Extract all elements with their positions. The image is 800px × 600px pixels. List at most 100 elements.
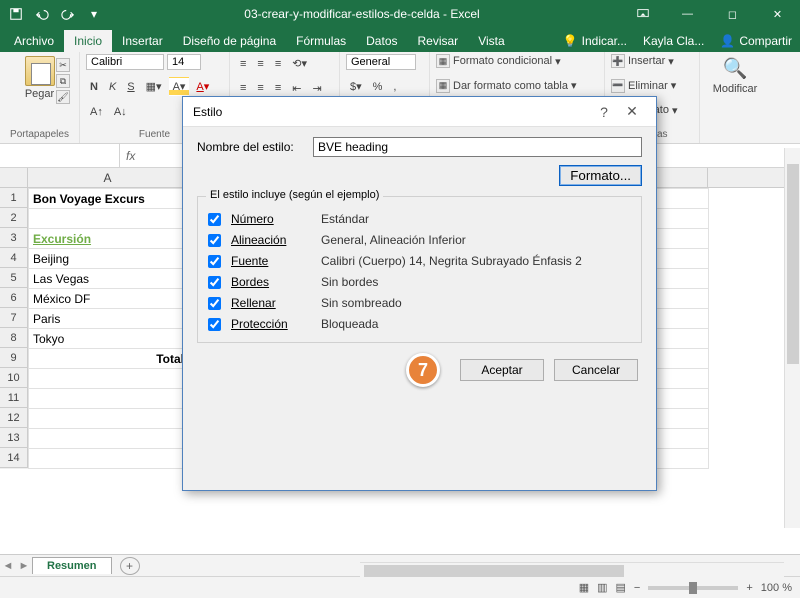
percent-format-icon[interactable]: %: [369, 78, 387, 96]
ribbon-options-icon[interactable]: [620, 0, 665, 28]
decrease-font-icon[interactable]: A↓: [110, 103, 131, 121]
row-header[interactable]: 14: [0, 448, 28, 468]
font-name-select[interactable]: [86, 54, 164, 70]
view-page-layout-icon[interactable]: ▥: [597, 581, 607, 594]
cell[interactable]: [29, 449, 189, 469]
cell[interactable]: Excursión: [29, 229, 189, 249]
row-header[interactable]: 5: [0, 268, 28, 288]
underline-button[interactable]: S: [123, 78, 138, 96]
tab-inicio[interactable]: Inicio: [64, 30, 112, 52]
bold-button[interactable]: N: [86, 78, 102, 96]
zoom-slider[interactable]: [648, 586, 738, 590]
tab-diseno[interactable]: Diseño de página: [173, 30, 286, 52]
fill-color-button[interactable]: A▾: [169, 77, 190, 96]
maximize-button[interactable]: ◻: [710, 0, 755, 28]
select-all-corner[interactable]: [0, 168, 28, 187]
align-middle-icon[interactable]: ≡: [253, 55, 267, 73]
italic-button[interactable]: K: [105, 78, 120, 96]
qat-customize-icon[interactable]: ▾: [84, 4, 104, 24]
number-format-select[interactable]: [346, 54, 416, 70]
sheet-nav-next-icon[interactable]: ►: [16, 560, 32, 572]
tab-insertar[interactable]: Insertar: [112, 30, 173, 52]
insert-cells-button[interactable]: ➕Insertar ▾: [611, 54, 693, 68]
style-include-checkbox[interactable]: [208, 276, 221, 289]
style-name-input[interactable]: [313, 137, 642, 157]
indent-decrease-icon[interactable]: ⇤: [288, 79, 305, 98]
align-left-icon[interactable]: ≡: [236, 79, 250, 97]
align-bottom-icon[interactable]: ≡: [271, 55, 285, 73]
column-header[interactable]: A: [28, 168, 188, 187]
row-header[interactable]: 9: [0, 348, 28, 368]
style-include-checkbox[interactable]: [208, 318, 221, 331]
align-center-icon[interactable]: ≡: [253, 79, 267, 97]
align-right-icon[interactable]: ≡: [271, 79, 285, 97]
redo-icon[interactable]: [58, 4, 78, 24]
increase-font-icon[interactable]: A↑: [86, 103, 107, 121]
comma-format-icon[interactable]: ,: [389, 78, 400, 96]
align-top-icon[interactable]: ≡: [236, 55, 250, 73]
row-header[interactable]: 7: [0, 308, 28, 328]
cancel-button[interactable]: Cancelar: [554, 359, 638, 381]
minimize-button[interactable]: —: [665, 0, 710, 28]
horizontal-scrollbar[interactable]: [360, 562, 784, 578]
cell[interactable]: [29, 409, 189, 429]
accounting-format-icon[interactable]: $▾: [346, 77, 366, 96]
vertical-scrollbar[interactable]: [784, 148, 800, 528]
name-box[interactable]: [0, 144, 120, 167]
dialog-close-button[interactable]: ✕: [618, 103, 646, 120]
zoom-in-button[interactable]: +: [746, 582, 752, 594]
format-painter-icon[interactable]: 🖌: [56, 90, 70, 104]
view-normal-icon[interactable]: ▦: [579, 581, 589, 594]
border-button[interactable]: ▦▾: [142, 77, 166, 96]
tab-vista[interactable]: Vista: [468, 30, 514, 52]
row-header[interactable]: 11: [0, 388, 28, 408]
row-header[interactable]: 13: [0, 428, 28, 448]
ok-button[interactable]: Aceptar: [460, 359, 544, 381]
sheet-tab-resumen[interactable]: Resumen: [32, 557, 112, 574]
row-header[interactable]: 8: [0, 328, 28, 348]
sheet-nav-prev-icon[interactable]: ◄: [0, 560, 16, 572]
orientation-icon[interactable]: ⟲▾: [288, 54, 311, 73]
cell[interactable]: Las Vegas: [29, 269, 189, 289]
row-header[interactable]: 3: [0, 228, 28, 248]
tell-me[interactable]: 💡 Indicar...: [555, 30, 635, 52]
font-color-button[interactable]: A▾: [192, 77, 213, 96]
undo-icon[interactable]: [32, 4, 52, 24]
style-include-checkbox[interactable]: [208, 297, 221, 310]
cell[interactable]: [29, 209, 189, 229]
row-header[interactable]: 4: [0, 248, 28, 268]
cell[interactable]: [29, 389, 189, 409]
tab-revisar[interactable]: Revisar: [408, 30, 469, 52]
cell[interactable]: [29, 369, 189, 389]
close-button[interactable]: ✕: [755, 0, 800, 28]
zoom-out-button[interactable]: −: [634, 582, 640, 594]
zoom-level[interactable]: 100 %: [761, 582, 792, 594]
cell[interactable]: Paris: [29, 309, 189, 329]
fx-icon[interactable]: fx: [126, 149, 135, 163]
cell[interactable]: [29, 429, 189, 449]
format-as-table-button[interactable]: ▦Dar formato como tabla ▾: [436, 79, 598, 93]
row-header[interactable]: 12: [0, 408, 28, 428]
tab-formulas[interactable]: Fórmulas: [286, 30, 356, 52]
new-sheet-button[interactable]: +: [120, 557, 140, 575]
row-header[interactable]: 2: [0, 208, 28, 228]
cell[interactable]: Total: [29, 349, 189, 369]
format-button[interactable]: Formato...: [559, 165, 642, 186]
row-header[interactable]: 6: [0, 288, 28, 308]
cell[interactable]: Tokyo: [29, 329, 189, 349]
view-page-break-icon[interactable]: ▤: [616, 581, 626, 594]
tab-datos[interactable]: Datos: [356, 30, 407, 52]
row-header[interactable]: 10: [0, 368, 28, 388]
conditional-format-button[interactable]: ▦Formato condicional ▾: [436, 54, 598, 68]
style-include-checkbox[interactable]: [208, 234, 221, 247]
save-icon[interactable]: [6, 4, 26, 24]
indent-increase-icon[interactable]: ⇥: [308, 79, 325, 98]
delete-cells-button[interactable]: ➖Eliminar ▾: [611, 79, 693, 93]
cut-icon[interactable]: ✂: [56, 58, 70, 72]
cell[interactable]: Beijing: [29, 249, 189, 269]
cell[interactable]: Bon Voyage Excurs: [29, 189, 189, 209]
share-button[interactable]: 👤 Compartir: [712, 30, 800, 52]
row-header[interactable]: 1: [0, 188, 28, 208]
style-include-checkbox[interactable]: [208, 255, 221, 268]
file-tab[interactable]: Archivo: [4, 30, 64, 52]
